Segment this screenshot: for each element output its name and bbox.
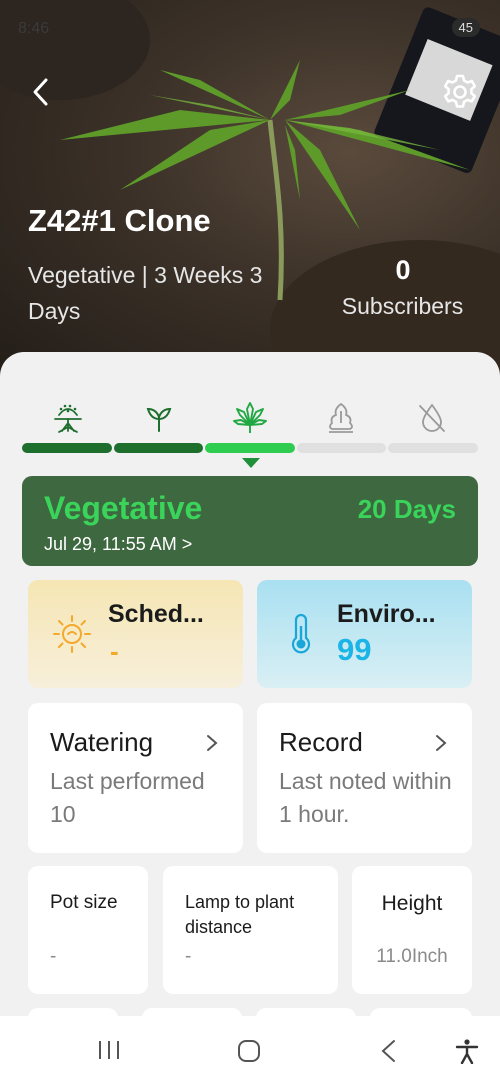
battery-indicator: 45 (451, 18, 480, 37)
system-nav-bar (0, 1016, 500, 1083)
progress-segment (22, 443, 112, 453)
recent-apps-icon (99, 1041, 119, 1059)
stage-drying[interactable] (387, 398, 478, 438)
plant-stage-duration: Vegetative | 3 Weeks 3 Days (28, 262, 263, 324)
record-card[interactable]: Record Last noted within 1 hour. (257, 703, 472, 853)
accessibility-icon (455, 1039, 479, 1065)
stage-pointer-icon (242, 458, 260, 468)
lamp-distance-value: - (185, 946, 192, 967)
record-subtitle: Last noted within 1 hour. (279, 768, 452, 827)
progress-segment (113, 443, 204, 453)
subscribers-label[interactable]: Subscribers (330, 293, 475, 320)
environment-label: Enviro... (337, 600, 436, 628)
environment-card[interactable]: Enviro... 99 (257, 580, 472, 688)
home-button[interactable] (236, 1038, 262, 1069)
schedule-label: Sched... (108, 600, 204, 628)
pot-size-label: Pot size (50, 892, 118, 913)
current-stage-days: 20 Days (357, 494, 456, 524)
gear-icon (443, 74, 477, 108)
plant-photo-header: 8:46 45 Z42#1 Clone Vegetative | 3 Weeks… (0, 0, 500, 380)
progress-segment (296, 443, 387, 453)
chevron-right-icon (207, 735, 218, 751)
pot-size-value: - (50, 946, 57, 967)
stage-vegetative[interactable] (204, 398, 295, 438)
seedling-icon (146, 407, 172, 432)
back-arrow-icon (33, 78, 48, 106)
plant-name: Z42#1 Clone (28, 203, 211, 238)
height-card[interactable]: Height 11.0Inch (352, 866, 472, 994)
height-value: 11.0Inch (376, 946, 448, 967)
watering-subtitle: Last performed 10 (50, 768, 205, 827)
settings-button[interactable] (440, 72, 480, 112)
sun-icon (53, 615, 91, 653)
subscribers-count[interactable]: 0 (334, 255, 472, 286)
current-stage-date[interactable]: Jul 29, 11:55 AM > (44, 534, 192, 555)
environment-value: 99 (337, 632, 372, 667)
germination-icon (53, 404, 82, 433)
back-button[interactable] (24, 74, 60, 110)
stage-progress-bar (22, 443, 478, 453)
vegetative-leaf-icon (233, 402, 267, 433)
watering-card[interactable]: Watering Last performed 10 (28, 703, 243, 853)
back-chevron-icon (381, 1040, 395, 1062)
recent-apps-button[interactable] (96, 1038, 122, 1067)
status-time: 8:46 (18, 20, 50, 37)
watering-title: Watering (50, 727, 154, 757)
home-icon (238, 1040, 260, 1062)
progress-segment (388, 443, 478, 453)
schedule-value: - (110, 636, 119, 666)
stage-seedling[interactable] (113, 398, 204, 438)
thermometer-icon (291, 613, 311, 654)
flowering-bud-icon (329, 403, 354, 433)
stage-flowering[interactable] (296, 398, 387, 438)
drying-drop-off-icon (419, 403, 446, 432)
record-title: Record (279, 727, 363, 757)
current-stage-name: Vegetative (44, 490, 203, 526)
progress-segment-active (205, 443, 295, 453)
pot-size-card[interactable]: Pot size - (28, 866, 148, 994)
accessibility-button[interactable] (454, 1038, 480, 1069)
current-stage-card[interactable]: Vegetative 20 Days Jul 29, 11:55 AM > (22, 476, 478, 566)
chevron-right-icon (436, 735, 447, 751)
lamp-distance-card[interactable]: Lamp to plant distance - (163, 866, 338, 994)
height-label: Height (381, 892, 443, 915)
system-back-button[interactable] (378, 1038, 400, 1069)
lamp-distance-label: Lamp to plant distance (185, 892, 295, 937)
stage-germination[interactable] (22, 398, 113, 438)
schedule-card[interactable]: Sched... - (28, 580, 243, 688)
growth-stage-selector (22, 398, 478, 438)
